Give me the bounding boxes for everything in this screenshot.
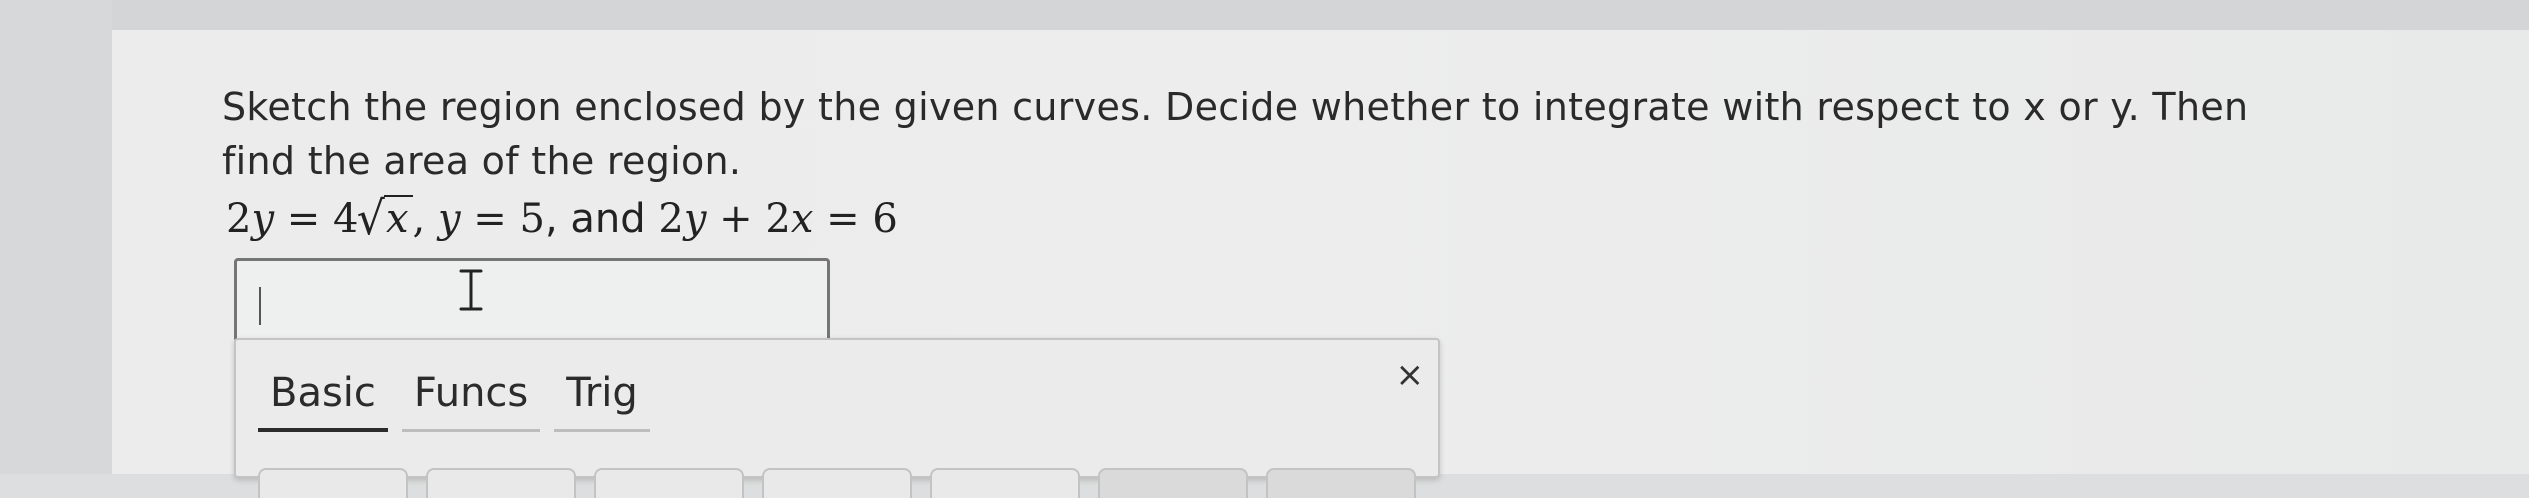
answer-field[interactable] bbox=[234, 258, 830, 342]
keypad-key[interactable] bbox=[594, 468, 744, 498]
tab-trig[interactable]: Trig bbox=[554, 370, 650, 432]
equation-2: y = 5 bbox=[437, 196, 545, 242]
top-bar bbox=[112, 0, 2529, 30]
tab-funcs[interactable]: Funcs bbox=[401, 370, 541, 432]
close-icon[interactable]: × bbox=[1396, 358, 1425, 392]
keypad-key[interactable] bbox=[1266, 468, 1416, 498]
keypad-key[interactable] bbox=[258, 468, 408, 498]
question-text: Sketch the region enclosed by the given … bbox=[222, 80, 2322, 188]
keypad-key[interactable] bbox=[426, 468, 576, 498]
equation-separator: , and bbox=[544, 196, 659, 242]
equation-1: 2y = 4√x bbox=[226, 193, 413, 245]
tab-basic[interactable]: Basic bbox=[258, 370, 388, 432]
keypad-tabs: Basic Funcs Trig bbox=[258, 370, 664, 432]
answer-input[interactable] bbox=[237, 261, 827, 339]
keypad-key[interactable] bbox=[762, 468, 912, 498]
question-line-2: find the area of the region. bbox=[222, 139, 742, 183]
sqrt-symbol: √x bbox=[357, 192, 413, 246]
equation-line: 2y = 4√x, y = 5, and 2y + 2x = 6 bbox=[226, 192, 898, 246]
math-keypad: Basic Funcs Trig × bbox=[234, 338, 1440, 498]
ibeam-cursor-icon bbox=[459, 269, 483, 311]
text-caret bbox=[259, 287, 261, 325]
left-margin bbox=[0, 0, 112, 474]
question-line-1: Sketch the region enclosed by the given … bbox=[222, 85, 2249, 129]
keypad-key[interactable] bbox=[930, 468, 1080, 498]
keypad-key[interactable] bbox=[1098, 468, 1248, 498]
keypad-keys-row bbox=[258, 468, 1434, 498]
equation-3: 2y + 2x = 6 bbox=[658, 196, 898, 242]
